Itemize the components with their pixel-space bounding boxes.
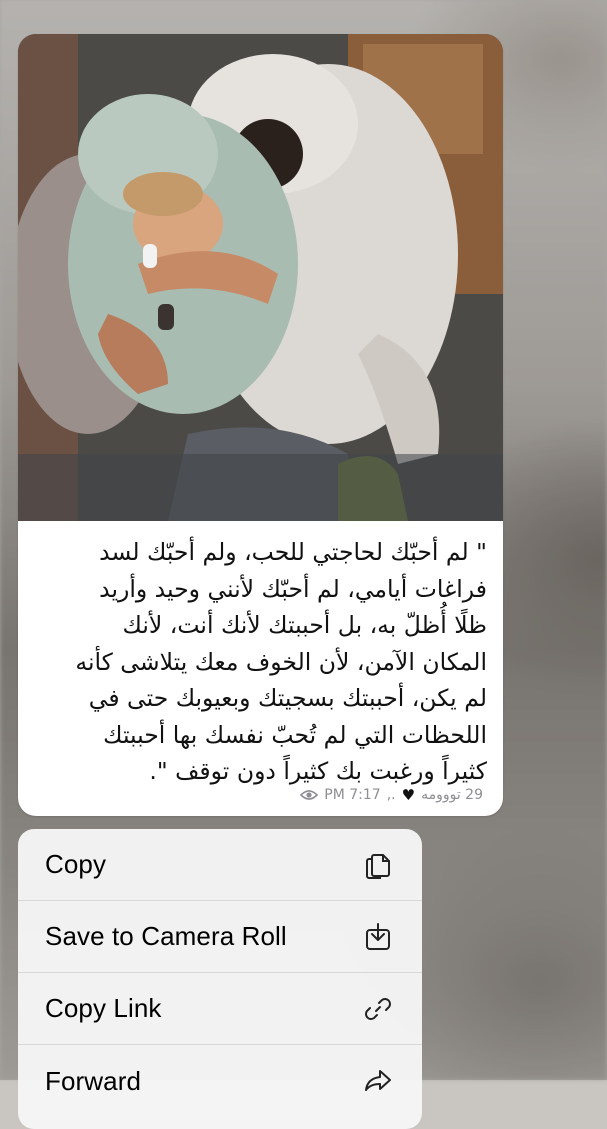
menu-item-copy[interactable]: Copy: [18, 829, 422, 901]
copy-icon: [362, 849, 394, 881]
menu-item-copy-link[interactable]: Copy Link: [18, 973, 422, 1045]
caption-line: ظلًا أُظلّ به، بل أحببتك لأنك أنت، لأنك: [34, 607, 487, 644]
caption-line: المكان الآمن، لأن الخوف معك يتلاشى كأنه: [34, 644, 487, 681]
menu-item-label: Forward: [45, 1066, 141, 1097]
menu-item-label: Save to Camera Roll: [45, 921, 287, 952]
caption-line: " لم أحبّك لحاجتي للحب، ولم أحبّك لسد: [34, 534, 487, 571]
menu-item-label: Copy: [45, 849, 106, 880]
message-meta: 29 تووومه ♥ ., PM 7:17: [300, 786, 483, 804]
forward-arrow-icon: [362, 1065, 394, 1097]
caption-line: اللحظات التي لم تُحبّ نفسك بها أحببتك: [34, 717, 487, 754]
caption-line: لم يكن، أحببتك بسجيتك وبعيوبك حتى في: [34, 680, 487, 717]
black-heart-icon: ♥: [402, 786, 415, 804]
save-download-icon: [362, 921, 394, 953]
menu-item-label: Copy Link: [45, 993, 162, 1024]
message-bubble[interactable]: " لم أحبّك لحاجتي للحب، ولم أحبّك لسد فر…: [18, 34, 503, 816]
message-caption: " لم أحبّك لحاجتي للحب، ولم أحبّك لسد فر…: [34, 534, 487, 790]
caption-line: كثيراً ورغبت بك كثيراً دون توقف ".: [34, 753, 487, 790]
caption-line: فراغات أيامي، لم أحبّك لأنني وحيد وأريد: [34, 571, 487, 608]
menu-item-save-to-camera-roll[interactable]: Save to Camera Roll: [18, 901, 422, 973]
photo-illustration: [18, 34, 503, 521]
context-menu: Copy Save to Camera Roll Copy Link: [18, 829, 422, 1129]
message-photo[interactable]: [18, 34, 503, 521]
menu-item-forward[interactable]: Forward: [18, 1045, 422, 1117]
link-icon: [362, 993, 394, 1025]
author-suffix: .,: [387, 787, 396, 803]
message-time: PM 7:17: [324, 787, 380, 803]
views-count: 29 تووومه: [421, 787, 483, 803]
eye-icon: [300, 789, 318, 801]
